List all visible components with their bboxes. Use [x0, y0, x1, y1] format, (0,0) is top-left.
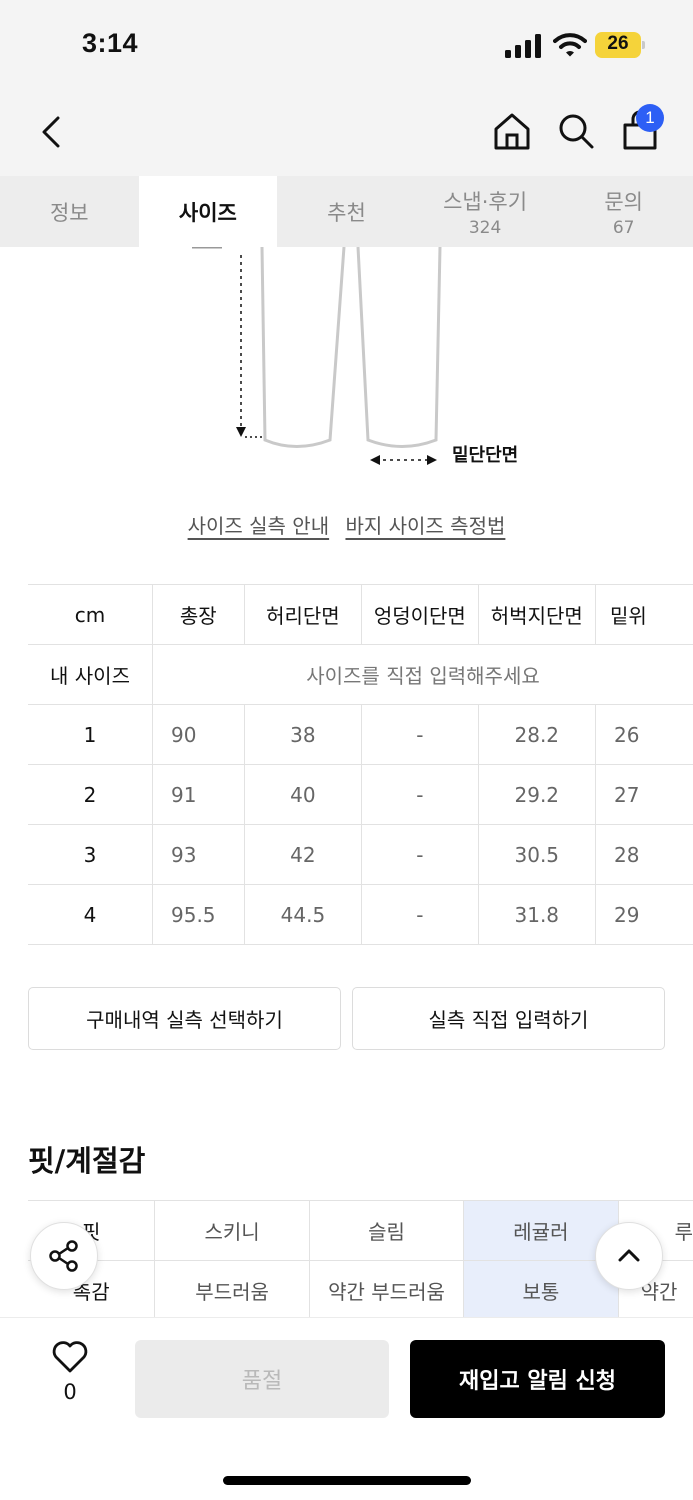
my-size-hint[interactable]: 사이즈를 직접 입력해주세요	[152, 644, 693, 705]
fit-table: 핏 스키니 슬림 레귤러 루 촉감 부드러움 약간 부드러움 보통 약간	[28, 1200, 693, 1321]
measure-method-link[interactable]: 바지 사이즈 측정법	[345, 514, 505, 538]
total-length-cell: 93	[152, 824, 245, 885]
fit-option: 슬림	[308, 1200, 464, 1261]
waist-cell: 42	[243, 824, 362, 885]
section-tabs: 정보 사이즈 추천 스냅·후기 324 문의 67	[0, 176, 693, 247]
table-row: 4 95.5 44.5 - 31.8 29	[28, 884, 693, 945]
tab-label: 사이즈	[178, 200, 237, 225]
total-length-cell: 91	[152, 764, 245, 825]
column-header: 허벅지단면	[477, 584, 596, 645]
battery-level: 26	[607, 33, 629, 54]
top-navigation-bar	[0, 90, 693, 176]
tab-label: 문의	[604, 189, 643, 214]
column-header: 총장	[152, 584, 245, 645]
wifi-icon	[553, 33, 587, 57]
like-count: 0	[63, 1380, 77, 1404]
battery-icon: 26	[595, 32, 645, 58]
status-bar: 3:14 26	[0, 0, 693, 90]
select-purchase-history-button[interactable]: 구매내역 실측 선택하기	[28, 987, 341, 1050]
rise-cell: 26	[595, 704, 693, 765]
hip-cell: -	[361, 884, 478, 945]
table-row: 2 91 40 - 29.2 27	[28, 764, 693, 825]
thigh-cell: 28.2	[477, 704, 596, 765]
rise-cell: 28	[595, 824, 693, 885]
direct-input-measurement-button[interactable]: 실측 직접 입력하기	[352, 987, 665, 1050]
search-icon[interactable]	[556, 110, 596, 152]
column-header: 엉덩이단면	[361, 584, 478, 645]
table-row: 3 93 42 - 30.5 28	[28, 824, 693, 885]
fit-row: 핏 스키니 슬림 레귤러 루	[28, 1200, 693, 1261]
fit-section-title: 핏/계절감	[28, 1144, 146, 1178]
rise-cell: 27	[595, 764, 693, 825]
tab-size[interactable]: 사이즈	[138, 176, 278, 247]
fit-option: 스키니	[154, 1200, 310, 1261]
chevron-up-icon	[618, 1249, 640, 1262]
table-header-row: cm 총장 허리단면 엉덩이단면 허벅지단면 밑위	[28, 584, 693, 645]
tab-label: 정보	[49, 200, 89, 225]
waist-cell: 40	[243, 764, 362, 825]
hip-cell: -	[361, 704, 478, 765]
column-header: cm	[28, 584, 153, 645]
restock-notify-button[interactable]: 재입고 알림 신청	[410, 1340, 665, 1418]
hem-measure-label: 밑단단면	[452, 445, 519, 466]
size-guide-links: 사이즈 실측 안내 바지 사이즈 측정법	[0, 510, 693, 539]
home-indicator	[223, 1476, 471, 1485]
thigh-cell: 29.2	[477, 764, 596, 825]
tab-recommend[interactable]: 추천	[277, 176, 416, 247]
like-button[interactable]: 0	[40, 1340, 100, 1404]
tab-inquiry[interactable]: 문의 67	[554, 176, 693, 247]
size-guide-link[interactable]: 사이즈 실측 안내	[188, 514, 330, 538]
home-icon[interactable]	[491, 110, 533, 152]
thigh-cell: 30.5	[477, 824, 596, 885]
tab-count: 67	[612, 217, 635, 238]
total-length-cell: 90	[152, 704, 245, 765]
size-label: 3	[28, 824, 153, 885]
rise-cell: 29	[595, 884, 693, 945]
back-arrow-icon[interactable]	[34, 110, 68, 154]
texture-option: 부드러움	[154, 1260, 310, 1321]
tab-info[interactable]: 정보	[0, 176, 139, 247]
table-row: 1 90 38 - 28.2 26	[28, 704, 693, 765]
texture-option: 약간 부드러움	[308, 1260, 464, 1321]
sold-out-button: 품절	[135, 1340, 389, 1418]
size-label: 2	[28, 764, 153, 825]
size-table: cm 총장 허리단면 엉덩이단면 허벅지단면 밑위 내 사이즈 사이즈를 직접 …	[28, 584, 693, 945]
size-label: 1	[28, 704, 153, 765]
tab-label: 스냅·후기	[443, 189, 528, 214]
my-size-label: 내 사이즈	[28, 644, 153, 705]
thigh-cell: 31.8	[477, 884, 596, 945]
size-label: 4	[28, 884, 153, 945]
column-header: 밑위	[595, 584, 693, 645]
heart-icon	[52, 1341, 88, 1373]
share-button[interactable]	[30, 1222, 98, 1290]
tab-label: 추천	[327, 200, 366, 225]
pants-measurement-diagram	[192, 247, 442, 465]
cart-count-badge: 1	[636, 104, 664, 132]
hip-cell: -	[361, 764, 478, 825]
texture-row: 촉감 부드러움 약간 부드러움 보통 약간	[28, 1260, 693, 1321]
scroll-to-top-button[interactable]	[595, 1222, 663, 1290]
total-length-cell: 95.5	[152, 884, 245, 945]
my-size-row[interactable]: 내 사이즈 사이즈를 직접 입력해주세요	[28, 644, 693, 705]
hip-cell: -	[361, 824, 478, 885]
cellular-signal-icon	[505, 34, 541, 58]
share-icon	[49, 1240, 78, 1272]
waist-cell: 44.5	[243, 884, 362, 945]
status-time: 3:14	[82, 28, 139, 58]
waist-cell: 38	[243, 704, 362, 765]
tab-snap-review[interactable]: 스냅·후기 324	[416, 176, 555, 247]
tab-count: 324	[468, 217, 502, 238]
column-header: 허리단면	[243, 584, 362, 645]
texture-option-selected: 보통	[463, 1260, 619, 1321]
